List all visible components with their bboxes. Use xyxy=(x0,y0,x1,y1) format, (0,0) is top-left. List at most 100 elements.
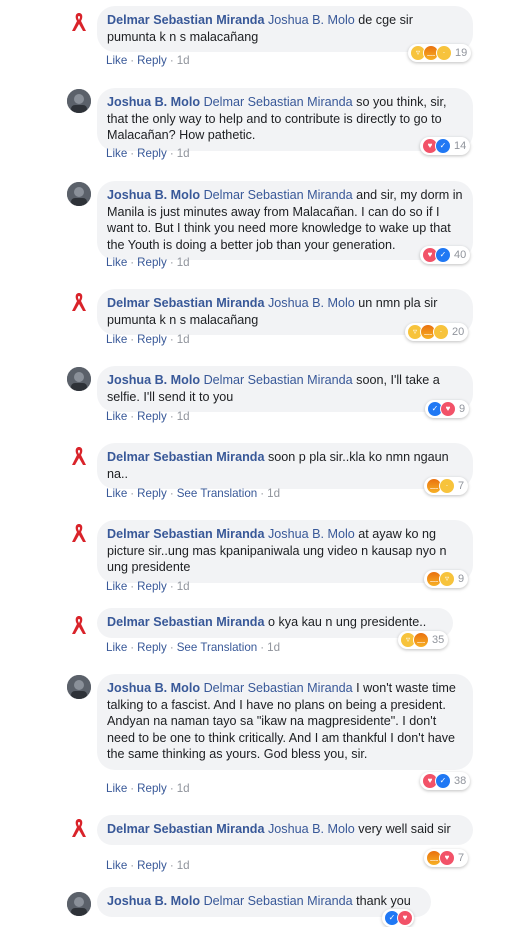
comment-bubble: Joshua B. Molo Delmar Sebastian Miranda … xyxy=(97,181,473,260)
timestamp[interactable]: 1d xyxy=(177,580,190,593)
comment-author[interactable]: Delmar Sebastian Miranda xyxy=(107,450,264,464)
reaction-count: 14 xyxy=(454,140,467,152)
reply-link[interactable]: Reply xyxy=(137,147,167,160)
see-translation-link[interactable]: See Translation xyxy=(177,487,258,500)
reply-link[interactable]: Reply xyxy=(137,410,167,423)
comment-bubble: Joshua B. Molo Delmar Sebastian Miranda … xyxy=(97,887,431,917)
timestamp[interactable]: 1d xyxy=(177,410,190,423)
timestamp[interactable]: 1d xyxy=(267,487,280,500)
comment-mention[interactable]: Delmar Sebastian Miranda xyxy=(204,681,353,695)
like-icon: ✓ xyxy=(435,773,451,789)
ribbon-icon[interactable] xyxy=(67,521,91,545)
reaction-count: 40 xyxy=(454,249,467,261)
reaction-summary[interactable]: ▿ ﹏ · 19 xyxy=(408,44,472,62)
comment-mention[interactable]: Joshua B. Molo xyxy=(268,13,355,27)
profile-photo-icon[interactable] xyxy=(67,89,91,113)
comment-bubble: Delmar Sebastian Miranda soon p pla sir.… xyxy=(97,443,473,489)
comment-author[interactable]: Joshua B. Molo xyxy=(107,373,200,387)
like-link[interactable]: Like xyxy=(106,256,127,269)
like-link[interactable]: Like xyxy=(106,333,127,346)
comment-author[interactable]: Joshua B. Molo xyxy=(107,188,200,202)
profile-photo-icon[interactable] xyxy=(67,892,91,916)
comment-text: thank you xyxy=(356,894,411,908)
sad-icon: · xyxy=(433,324,449,340)
comment-author[interactable]: Delmar Sebastian Miranda xyxy=(107,615,264,629)
reaction-summary[interactable]: ﹏ ♥ 7 xyxy=(424,849,469,867)
reaction-count: 35 xyxy=(432,634,445,646)
timestamp[interactable]: 1d xyxy=(177,54,190,67)
profile-photo-icon[interactable] xyxy=(67,367,91,391)
comment-mention[interactable]: Delmar Sebastian Miranda xyxy=(204,373,353,387)
ribbon-icon[interactable] xyxy=(67,816,91,840)
reply-link[interactable]: Reply xyxy=(137,256,167,269)
ribbon-icon[interactable] xyxy=(67,444,91,468)
comment-bubble: Delmar Sebastian Miranda Joshua B. Molo … xyxy=(97,520,473,583)
reaction-count: 38 xyxy=(454,775,467,787)
profile-photo-icon[interactable] xyxy=(67,675,91,699)
ribbon-icon[interactable] xyxy=(67,290,91,314)
comment-author[interactable]: Delmar Sebastian Miranda xyxy=(107,822,264,836)
ribbon-icon[interactable] xyxy=(67,10,91,34)
comment-mention[interactable]: Delmar Sebastian Miranda xyxy=(204,894,353,908)
reaction-count: 20 xyxy=(452,326,465,338)
haha-icon: ▿ xyxy=(439,571,455,587)
like-link[interactable]: Like xyxy=(106,641,127,654)
reply-link[interactable]: Reply xyxy=(137,782,167,795)
reaction-summary[interactable]: ♥ ✓ 38 xyxy=(420,772,471,790)
comment-author[interactable]: Joshua B. Molo xyxy=(107,894,200,908)
ribbon-icon[interactable] xyxy=(67,613,91,637)
comment-author[interactable]: Joshua B. Molo xyxy=(107,95,200,109)
timestamp[interactable]: 1d xyxy=(177,256,190,269)
comment-actions: Like · Reply · 1d xyxy=(106,54,190,67)
reaction-count: 9 xyxy=(459,403,466,415)
reply-link[interactable]: Reply xyxy=(137,580,167,593)
reaction-summary[interactable]: ▿ ﹏ · 20 xyxy=(405,323,469,341)
comment-author[interactable]: Delmar Sebastian Miranda xyxy=(107,13,264,27)
reaction-summary[interactable]: ▿ ﹏ 35 xyxy=(398,631,449,649)
reply-link[interactable]: Reply xyxy=(137,859,167,872)
comment-author[interactable]: Delmar Sebastian Miranda xyxy=(107,527,264,541)
reaction-summary[interactable]: ♥ ✓ 40 xyxy=(420,246,471,264)
like-link[interactable]: Like xyxy=(106,487,127,500)
like-link[interactable]: Like xyxy=(106,54,127,67)
reply-link[interactable]: Reply xyxy=(137,333,167,346)
reaction-summary[interactable]: ✓ ♥ xyxy=(382,909,414,927)
profile-photo-icon[interactable] xyxy=(67,182,91,206)
like-icon: ✓ xyxy=(435,247,451,263)
comment-bubble: Joshua B. Molo Delmar Sebastian Miranda … xyxy=(97,88,473,151)
comment-text: o kya kau n ung presidente.. xyxy=(267,615,427,629)
comment-mention[interactable]: Joshua B. Molo xyxy=(268,822,355,836)
comment-actions: Like · Reply · See Translation · 1d xyxy=(106,641,281,654)
like-link[interactable]: Like xyxy=(106,859,127,872)
sad-icon: · xyxy=(436,45,452,61)
like-link[interactable]: Like xyxy=(106,782,127,795)
comment-mention[interactable]: Delmar Sebastian Miranda xyxy=(204,95,353,109)
reply-link[interactable]: Reply xyxy=(137,641,167,654)
reaction-summary[interactable]: ✓ ♥ 9 xyxy=(425,400,470,418)
see-translation-link[interactable]: See Translation xyxy=(177,641,258,654)
like-link[interactable]: Like xyxy=(106,580,127,593)
love-icon: ♥ xyxy=(439,850,455,866)
timestamp[interactable]: 1d xyxy=(177,782,190,795)
timestamp[interactable]: 1d xyxy=(177,333,190,346)
timestamp[interactable]: 1d xyxy=(177,859,190,872)
reaction-count: 9 xyxy=(458,573,465,585)
comment-mention[interactable]: Joshua B. Molo xyxy=(268,296,355,310)
reply-link[interactable]: Reply xyxy=(137,54,167,67)
comment-bubble: Delmar Sebastian Miranda Joshua B. Molo … xyxy=(97,815,473,845)
timestamp[interactable]: 1d xyxy=(177,147,190,160)
reaction-summary[interactable]: ♥ ✓ 14 xyxy=(420,137,471,155)
timestamp[interactable]: 1d xyxy=(267,641,280,654)
comment-actions: Like · Reply · 1d xyxy=(106,782,190,795)
like-icon: ✓ xyxy=(435,138,451,154)
comment-author[interactable]: Delmar Sebastian Miranda xyxy=(107,296,264,310)
reaction-summary[interactable]: ﹏ ▿ 9 xyxy=(424,570,469,588)
comment-mention[interactable]: Delmar Sebastian Miranda xyxy=(204,188,353,202)
like-link[interactable]: Like xyxy=(106,147,127,160)
comment-author[interactable]: Joshua B. Molo xyxy=(107,681,200,695)
love-icon: ♥ xyxy=(440,401,456,417)
like-link[interactable]: Like xyxy=(106,410,127,423)
comment-mention[interactable]: Joshua B. Molo xyxy=(268,527,355,541)
reply-link[interactable]: Reply xyxy=(137,487,167,500)
reaction-summary[interactable]: ﹏ · 7 xyxy=(424,477,469,495)
